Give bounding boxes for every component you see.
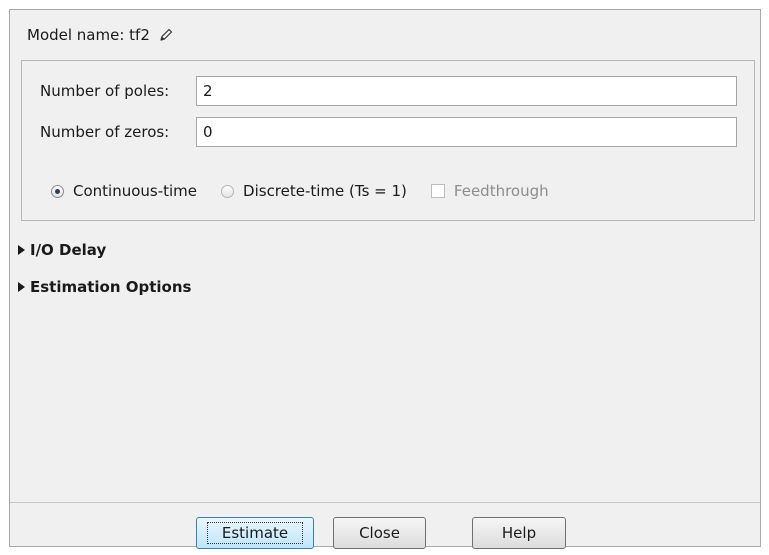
zeros-input[interactable]: [196, 117, 737, 147]
feedthrough-label: Feedthrough: [453, 182, 549, 200]
continuous-time-label: Continuous-time: [73, 182, 198, 200]
estimate-button-label: Estimate: [206, 522, 304, 544]
feedthrough-checkbox: [430, 184, 445, 198]
estimation-options-section[interactable]: Estimation Options: [18, 276, 191, 298]
poles-label: Number of poles:: [40, 82, 170, 100]
help-button[interactable]: Help: [472, 517, 566, 549]
estimate-button[interactable]: Estimate: [196, 517, 314, 549]
close-button[interactable]: Close: [333, 517, 426, 549]
parameters-panel: Number of poles: Number of zeros: Contin…: [21, 60, 755, 221]
help-button-label: Help: [501, 524, 537, 542]
pencil-icon[interactable]: [158, 27, 174, 43]
model-name-row: Model name: tf2: [27, 25, 174, 45]
discrete-time-label: Discrete-time (Ts = 1): [243, 182, 407, 200]
close-button-label: Close: [359, 524, 400, 542]
io-delay-label: I/O Delay: [30, 241, 107, 259]
expand-triangle-icon: [18, 245, 25, 255]
estimation-options-label: Estimation Options: [30, 278, 192, 296]
button-bar: Estimate Close Help: [10, 502, 760, 549]
zeros-row: Number of zeros:: [40, 117, 737, 147]
continuous-time-option[interactable]: Continuous-time: [51, 182, 197, 200]
model-name-label: Model name: tf2: [27, 26, 150, 44]
poles-input[interactable]: [196, 76, 737, 106]
zeros-label: Number of zeros:: [40, 123, 170, 141]
continuous-time-radio[interactable]: [51, 184, 64, 198]
discrete-time-option[interactable]: Discrete-time (Ts = 1): [221, 182, 407, 200]
poles-row: Number of poles:: [40, 76, 737, 106]
feedthrough-option: Feedthrough: [430, 182, 549, 200]
discrete-time-radio[interactable]: [221, 184, 235, 198]
io-delay-section[interactable]: I/O Delay: [18, 239, 106, 261]
expand-triangle-icon: [18, 282, 25, 292]
tf-estimation-dialog: Model name: tf2 Number of poles: Number …: [9, 9, 761, 549]
time-domain-options: Continuous-time Discrete-time (Ts = 1) F…: [51, 180, 573, 202]
